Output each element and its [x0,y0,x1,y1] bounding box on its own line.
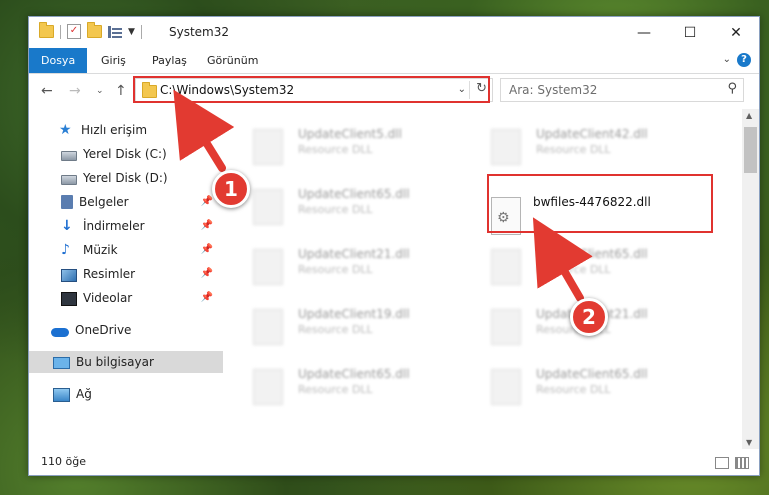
step-1-badge: 1 [212,170,250,208]
step-2-badge: 2 [570,298,608,336]
arrow-to-address [173,89,235,172]
annotation-arrows [173,89,593,302]
arrow-to-file [532,217,593,302]
